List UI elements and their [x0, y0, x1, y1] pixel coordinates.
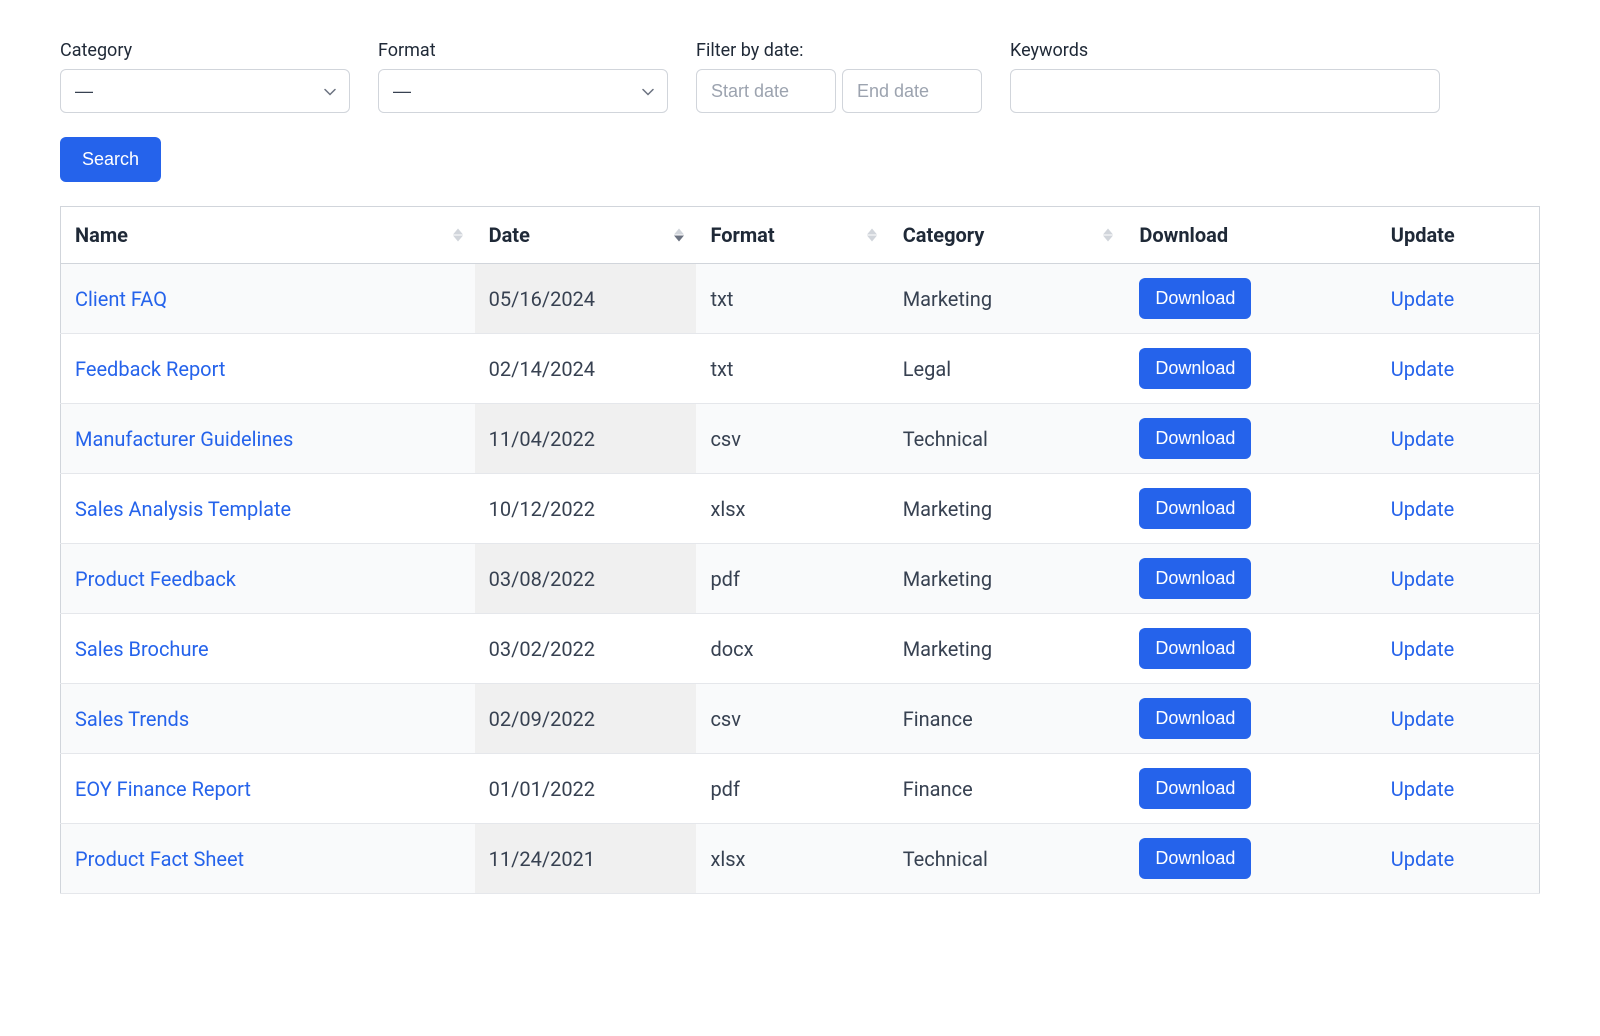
keywords-label: Keywords — [1010, 40, 1440, 61]
date-filter-label: Filter by date: — [696, 40, 982, 61]
start-date-input[interactable] — [696, 69, 836, 113]
update-link[interactable]: Update — [1391, 427, 1455, 451]
table-row: Product Fact Sheet 11/24/2021xlsxTechnica… — [61, 824, 1540, 894]
cell-date: 10/12/2022 — [475, 474, 697, 544]
cell-category: Finance — [889, 684, 1126, 754]
cell-category: Legal — [889, 334, 1126, 404]
cell-category: Technical — [889, 404, 1126, 474]
document-name-link[interactable]: Sales Brochure — [75, 637, 209, 661]
table-row: Feedback Report 02/14/2024txtLegal Downloa… — [61, 334, 1540, 404]
cell-date: 11/24/2021 — [475, 824, 697, 894]
column-header-label: Format — [710, 223, 774, 247]
sort-icon — [453, 229, 463, 242]
download-button[interactable]: Download — [1139, 348, 1251, 389]
format-filter: Format — — [378, 40, 668, 113]
table-row: Sales Trends 02/09/2022csvFinance Download… — [61, 684, 1540, 754]
cell-format: xlsx — [696, 824, 888, 894]
cell-category: Marketing — [889, 614, 1126, 684]
download-button[interactable]: Download — [1139, 418, 1251, 459]
cell-category: Finance — [889, 754, 1126, 824]
documents-table: Name Date Format Category — [60, 206, 1540, 894]
cell-date: 03/02/2022 — [475, 614, 697, 684]
cell-format: pdf — [696, 544, 888, 614]
column-header-update: Update — [1377, 207, 1540, 264]
update-link[interactable]: Update — [1391, 287, 1455, 311]
cell-format: csv — [696, 684, 888, 754]
cell-format: docx — [696, 614, 888, 684]
cell-date: 05/16/2024 — [475, 264, 697, 334]
search-button[interactable]: Search — [60, 137, 161, 182]
table-row: Sales Brochure 03/02/2022docxMarketing Dow… — [61, 614, 1540, 684]
format-label: Format — [378, 40, 668, 61]
cell-date: 02/14/2024 — [475, 334, 697, 404]
document-name-link[interactable]: Sales Trends — [75, 707, 189, 731]
update-link[interactable]: Update — [1391, 497, 1455, 521]
category-filter: Category — — [60, 40, 350, 113]
cell-category: Marketing — [889, 544, 1126, 614]
cell-format: xlsx — [696, 474, 888, 544]
column-header-date[interactable]: Date — [475, 207, 697, 264]
table-row: Product Feedback 03/08/2022pdfMarketing Do… — [61, 544, 1540, 614]
cell-format: csv — [696, 404, 888, 474]
table-row: Client FAQ 05/16/2024txtMarketing Download… — [61, 264, 1540, 334]
column-header-label: Date — [489, 223, 530, 247]
download-button[interactable]: Download — [1139, 768, 1251, 809]
cell-category: Marketing — [889, 474, 1126, 544]
column-header-category[interactable]: Category — [889, 207, 1126, 264]
update-link[interactable]: Update — [1391, 707, 1455, 731]
sort-icon — [867, 229, 877, 242]
column-header-name[interactable]: Name — [61, 207, 475, 264]
download-button[interactable]: Download — [1139, 488, 1251, 529]
update-link[interactable]: Update — [1391, 567, 1455, 591]
column-header-label: Category — [903, 223, 985, 247]
sort-icon — [674, 229, 684, 242]
column-header-label: Name — [75, 223, 128, 247]
table-row: EOY Finance Report 01/01/2022pdfFinance Do… — [61, 754, 1540, 824]
sort-icon — [1103, 229, 1113, 242]
cell-format: txt — [696, 334, 888, 404]
category-select[interactable]: — — [60, 69, 350, 113]
end-date-input[interactable] — [842, 69, 982, 113]
download-button[interactable]: Download — [1139, 698, 1251, 739]
cell-category: Marketing — [889, 264, 1126, 334]
cell-date: 03/08/2022 — [475, 544, 697, 614]
cell-category: Technical — [889, 824, 1126, 894]
document-name-link[interactable]: Product Feedback — [75, 567, 236, 591]
cell-date: 01/01/2022 — [475, 754, 697, 824]
update-link[interactable]: Update — [1391, 637, 1455, 661]
download-button[interactable]: Download — [1139, 628, 1251, 669]
keywords-input[interactable] — [1010, 69, 1440, 113]
keywords-filter: Keywords — [1010, 40, 1440, 113]
cell-date: 11/04/2022 — [475, 404, 697, 474]
column-header-format[interactable]: Format — [696, 207, 888, 264]
category-label: Category — [60, 40, 350, 61]
table-row: Manufacturer Guidelines 11/04/2022csvTech… — [61, 404, 1540, 474]
filter-bar: Category — Format — Filter by date: — [60, 40, 1540, 113]
cell-date: 02/09/2022 — [475, 684, 697, 754]
update-link[interactable]: Update — [1391, 777, 1455, 801]
cell-format: txt — [696, 264, 888, 334]
document-name-link[interactable]: Feedback Report — [75, 357, 225, 381]
document-name-link[interactable]: EOY Finance Report — [75, 777, 251, 801]
download-button[interactable]: Download — [1139, 278, 1251, 319]
document-name-link[interactable]: Client FAQ — [75, 287, 167, 311]
column-header-download: Download — [1125, 207, 1376, 264]
download-button[interactable]: Download — [1139, 558, 1251, 599]
column-header-label: Update — [1391, 223, 1455, 247]
date-filter: Filter by date: — [696, 40, 982, 113]
update-link[interactable]: Update — [1391, 847, 1455, 871]
update-link[interactable]: Update — [1391, 357, 1455, 381]
format-select[interactable]: — — [378, 69, 668, 113]
column-header-label: Download — [1139, 223, 1228, 247]
document-name-link[interactable]: Manufacturer Guidelines — [75, 427, 293, 451]
cell-format: pdf — [696, 754, 888, 824]
document-name-link[interactable]: Sales Analysis Template — [75, 497, 291, 521]
document-name-link[interactable]: Product Fact Sheet — [75, 847, 244, 871]
table-row: Sales Analysis Template 10/12/2022xlsxMar… — [61, 474, 1540, 544]
download-button[interactable]: Download — [1139, 838, 1251, 879]
